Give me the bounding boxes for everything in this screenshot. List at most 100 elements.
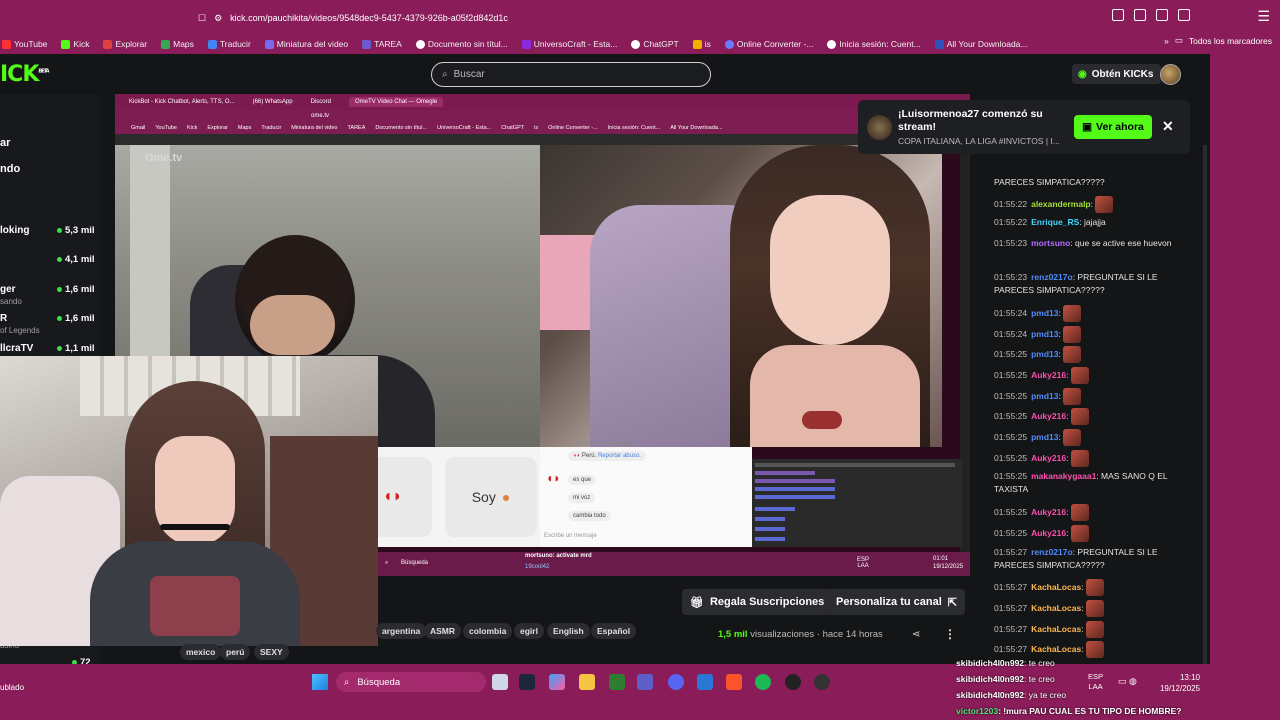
chat-username[interactable]: makanakygaaa1 bbox=[1031, 471, 1096, 481]
get-kicks-button[interactable]: ◉ Obtén KICKs bbox=[1072, 64, 1162, 84]
chat-username[interactable]: Auky216 bbox=[1031, 507, 1066, 517]
language-indicator[interactable]: ESP LAA bbox=[1088, 672, 1103, 692]
url-text[interactable]: kick.com/pauchikita/videos/9548dec9-5437… bbox=[230, 13, 508, 23]
chat-username[interactable]: KachaLocas bbox=[1031, 603, 1081, 613]
tag[interactable]: colombia bbox=[463, 623, 513, 639]
chat-scrollbar[interactable] bbox=[1203, 145, 1207, 664]
media-icon[interactable] bbox=[1134, 9, 1146, 21]
bookmark-item[interactable]: Documento sin títul... bbox=[415, 39, 508, 49]
mini-chat-line bbox=[755, 527, 785, 531]
emote-icon bbox=[1070, 367, 1089, 384]
chevron-right-icon[interactable]: » bbox=[1164, 36, 1169, 46]
chat-timestamp: 01:55:27 bbox=[994, 581, 1028, 592]
bookmark-star-icon[interactable]: ☐ bbox=[198, 13, 206, 24]
chat-username[interactable]: Auky216 bbox=[1031, 453, 1066, 463]
bookmark-item[interactable]: ChatGPT bbox=[631, 39, 679, 49]
obs-icon[interactable] bbox=[785, 674, 801, 690]
windows-start-icon[interactable] bbox=[312, 674, 328, 690]
profile-icon[interactable] bbox=[1178, 9, 1190, 21]
search-input[interactable]: ⌕ Buscar bbox=[431, 62, 711, 87]
user-avatar[interactable] bbox=[1160, 64, 1181, 85]
all-bookmarks[interactable]: » ▭ Todos los marcadores bbox=[1164, 35, 1272, 46]
weather-widget[interactable]: ublado bbox=[0, 683, 24, 692]
gift-subs-button[interactable]: 🎁︎ Regala Suscripciones bbox=[682, 589, 833, 615]
tag[interactable]: mexico bbox=[180, 644, 222, 660]
copilot-icon[interactable] bbox=[549, 674, 565, 690]
sidebar-channel-name[interactable]: R bbox=[0, 313, 7, 324]
chat-username[interactable]: pmd13 bbox=[1031, 349, 1058, 359]
watch-now-button[interactable]: ▣ Ver ahora bbox=[1074, 115, 1152, 139]
discord-icon[interactable] bbox=[668, 674, 684, 690]
address-bar[interactable]: ☐ ⚙ kick.com/pauchikita/videos/9548dec9-… bbox=[198, 8, 918, 28]
bookmark-item[interactable]: TAREA bbox=[362, 39, 402, 49]
site-settings-icon[interactable]: ⚙ bbox=[214, 13, 222, 24]
close-icon[interactable]: ✕ bbox=[1162, 118, 1174, 135]
mail-icon[interactable] bbox=[697, 674, 713, 690]
chat-input[interactable]: Escribe un mensaje bbox=[544, 533, 597, 539]
more-options-icon[interactable]: ⋮ bbox=[944, 627, 956, 641]
sidebar-title[interactable]: ar bbox=[0, 137, 10, 149]
chat-username[interactable]: Auky216 bbox=[1031, 411, 1066, 421]
bookmark-item[interactable]: UniversoCraft - Esta... bbox=[521, 39, 617, 49]
chat-username[interactable]: pmd13 bbox=[1031, 308, 1058, 318]
share-icon[interactable]: ⋖ bbox=[912, 629, 920, 640]
live-dot-icon bbox=[57, 316, 62, 321]
menu-icon[interactable]: ☰ bbox=[1257, 8, 1270, 25]
bookmark-item[interactable]: Inicia sesión: Cuent... bbox=[827, 39, 921, 49]
chat-username[interactable]: renz0217o bbox=[1031, 547, 1073, 557]
bookmark-item[interactable]: Maps bbox=[161, 39, 194, 49]
shirt-print bbox=[150, 576, 240, 636]
chat-username[interactable]: renz0217o bbox=[1031, 272, 1073, 282]
sidebar-channel-name[interactable]: loking bbox=[0, 225, 29, 236]
sidebar-icon[interactable] bbox=[1156, 9, 1168, 21]
chat-username[interactable]: pmd13 bbox=[1031, 391, 1058, 401]
file-explorer-icon[interactable] bbox=[579, 674, 595, 690]
kick-logo[interactable]: ICKBETA bbox=[0, 62, 50, 87]
bookmark-item[interactable]: is bbox=[692, 39, 711, 49]
chat-username[interactable]: alexandermalp bbox=[1031, 199, 1091, 209]
spotify-icon[interactable] bbox=[755, 674, 771, 690]
tag[interactable]: Español bbox=[591, 623, 637, 639]
bookmark-item[interactable]: Traducir bbox=[207, 39, 251, 49]
inner-tab: Discord bbox=[310, 99, 331, 105]
steam-icon[interactable] bbox=[519, 674, 535, 690]
chat-username[interactable]: Enrique_RS bbox=[1031, 217, 1079, 227]
sidebar-subtitle[interactable]: ndo bbox=[0, 163, 20, 175]
chat-message: es que bbox=[568, 475, 597, 485]
bookmark-item[interactable]: Online Converter -... bbox=[724, 39, 813, 49]
chat-username[interactable]: mortsuno bbox=[1031, 238, 1070, 248]
canva-icon bbox=[264, 39, 274, 49]
chat-username[interactable]: KachaLocas bbox=[1031, 624, 1081, 634]
taskbar-clock[interactable]: 13:10 19/12/2025 bbox=[1150, 672, 1200, 694]
network-icon[interactable]: ▭ ◍ bbox=[1118, 676, 1137, 687]
task-view-icon[interactable] bbox=[492, 674, 508, 690]
customize-channel-button[interactable]: Personaliza tu canal ⇱ bbox=[828, 589, 965, 615]
chat-username[interactable]: pmd13 bbox=[1031, 329, 1058, 339]
minecraft-icon[interactable] bbox=[609, 674, 625, 690]
soy-button[interactable]: Soy ● bbox=[445, 457, 537, 537]
chat-username[interactable]: Auky216 bbox=[1031, 370, 1066, 380]
tag[interactable]: SEXY bbox=[254, 644, 289, 660]
brave-icon[interactable] bbox=[726, 674, 742, 690]
tag[interactable]: English bbox=[547, 623, 590, 639]
sidebar-channel-name[interactable]: llcraTV bbox=[0, 343, 33, 354]
bookmark-item[interactable]: All Your Downloada... bbox=[934, 39, 1028, 49]
bookmark-item[interactable]: Explorar bbox=[103, 39, 147, 49]
bookmark-item[interactable]: Miniatura del video bbox=[264, 39, 348, 49]
chat-timestamp: 01:55:24 bbox=[994, 307, 1028, 318]
tag[interactable]: egirl bbox=[514, 623, 544, 639]
app-icon[interactable] bbox=[814, 674, 830, 690]
bookmark-item[interactable]: Kick bbox=[61, 39, 89, 49]
extension-icon[interactable] bbox=[1112, 9, 1124, 21]
chat-username[interactable]: pmd13 bbox=[1031, 432, 1058, 442]
tag[interactable]: perú bbox=[220, 644, 251, 660]
chat-username[interactable]: Auky216 bbox=[1031, 528, 1066, 538]
tag[interactable]: ASMR bbox=[424, 623, 462, 639]
teams-icon[interactable] bbox=[637, 674, 653, 690]
bookmark-item[interactable]: YouTube bbox=[2, 39, 47, 49]
tag[interactable]: argentina bbox=[376, 623, 427, 639]
taskbar-search[interactable]: ⌕ Búsqueda bbox=[336, 672, 486, 692]
chat-username[interactable]: KachaLocas bbox=[1031, 644, 1081, 654]
chat-username[interactable]: KachaLocas bbox=[1031, 582, 1081, 592]
sidebar-channel-name[interactable]: ger bbox=[0, 284, 16, 295]
